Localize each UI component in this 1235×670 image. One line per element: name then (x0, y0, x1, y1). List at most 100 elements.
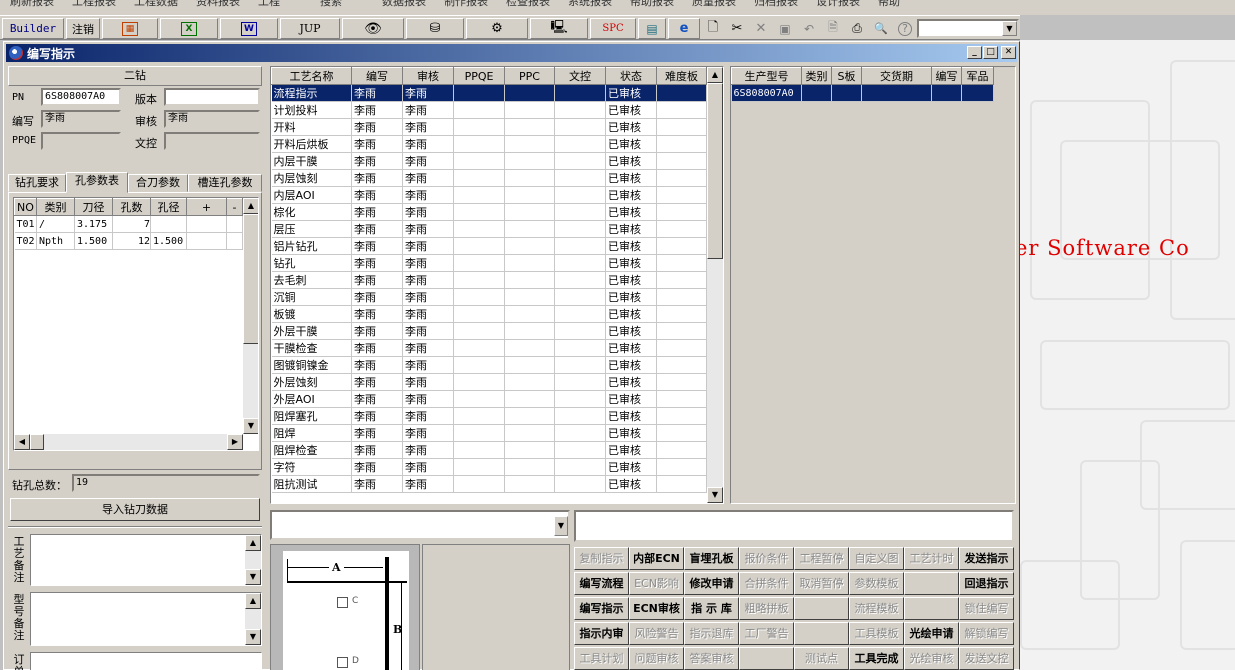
table-row[interactable]: 板镀 李雨 李雨 已审核 (271, 305, 707, 323)
action-button[interactable]: 工厂警告 (739, 622, 794, 645)
save-button[interactable]: ▣ (774, 18, 796, 39)
table-row[interactable]: 流程指示 李雨 李雨 已审核 (271, 84, 707, 102)
close-button[interactable]: ✕ (750, 18, 772, 39)
jup-button[interactable]: JUP (280, 18, 340, 39)
order-notes-field[interactable] (30, 652, 262, 670)
table-row[interactable]: 计划投料 李雨 李雨 已审核 (271, 101, 707, 119)
menu-item[interactable]: 刷新报表 (10, 0, 54, 9)
scroll-left-icon[interactable]: ◀ (14, 434, 30, 450)
action-button[interactable] (794, 597, 849, 620)
process-column-header[interactable]: 难度板 (656, 67, 707, 85)
drill-column-header[interactable]: 孔径 (150, 198, 187, 216)
action-button[interactable]: 参数模板 (849, 572, 904, 595)
toolbar-combo[interactable]: ▼ (917, 19, 1019, 38)
product-column-header[interactable]: 编写 (931, 67, 962, 85)
table-row[interactable]: 阻焊塞孔 李雨 李雨 已审核 (271, 407, 707, 425)
action-button[interactable]: 风险警告 (629, 622, 684, 645)
find-button[interactable]: 🔍 (870, 18, 892, 39)
cut-button[interactable]: ✂ (726, 18, 748, 39)
table-row[interactable]: 阻抗测试 李雨 李雨 已审核 (271, 475, 707, 493)
action-button[interactable]: 内部ECN (629, 547, 684, 570)
action-button[interactable]: 工具完成 (849, 647, 904, 670)
import-drill-data-button[interactable]: 导入钻刀数据 (10, 498, 260, 521)
undo-button[interactable]: ↶ (798, 18, 820, 39)
close-window-button[interactable]: ✕ (1001, 46, 1016, 59)
preview-button[interactable]: 🗎 (822, 18, 844, 39)
action-button[interactable]: 指 示 库 (684, 597, 739, 620)
notes-vscroll[interactable]: ▲ ▼ (245, 535, 261, 585)
action-button[interactable]: 发送文控 (959, 647, 1014, 670)
action-button[interactable]: 指示退库 (684, 622, 739, 645)
action-button[interactable]: 解锁编写 (959, 622, 1014, 645)
scroll-up-icon[interactable]: ▲ (243, 198, 258, 214)
table-row[interactable]: 内层AOI 李雨 李雨 已审核 (271, 186, 707, 204)
tab-slot-parameters[interactable]: 槽连孔参数 (188, 174, 262, 192)
drill-column-header[interactable]: 孔数 (112, 198, 151, 216)
action-button[interactable]: 工具模板 (849, 622, 904, 645)
process-column-header[interactable]: PPQE (453, 67, 505, 85)
minimize-button[interactable]: _ (967, 46, 982, 59)
drill-vscroll[interactable]: ▲ ▼ (243, 198, 258, 434)
table-row[interactable]: 外层干膜 李雨 李雨 已审核 (271, 322, 707, 340)
table-row[interactable]: 内层干膜 李雨 李雨 已审核 (271, 152, 707, 170)
drill-column-header[interactable]: - (226, 198, 243, 216)
table-row[interactable]: 内层蚀刻 李雨 李雨 已审核 (271, 169, 707, 187)
menu-item[interactable]: 质量报表 (692, 0, 736, 9)
checkbox-c[interactable] (337, 597, 348, 608)
menu-item[interactable]: 资料报表 (196, 0, 240, 9)
process-column-header[interactable]: 文控 (554, 67, 606, 85)
drill-column-header[interactable]: + (186, 198, 227, 216)
checkbox-d[interactable] (337, 657, 348, 668)
doc-control-field[interactable] (164, 132, 260, 150)
database-button[interactable]: ⛁ (406, 18, 464, 39)
bottom-text-field[interactable] (574, 510, 1014, 542)
process-notes-field[interactable]: ▲ ▼ (30, 534, 262, 586)
table-row[interactable]: 去毛刺 李雨 李雨 已审核 (271, 271, 707, 289)
scroll-up-icon[interactable]: ▲ (245, 535, 261, 551)
word-button[interactable]: W (220, 18, 278, 39)
table-row[interactable]: 开料后烘板 李雨 李雨 已审核 (271, 135, 707, 153)
action-button[interactable]: 修改申请 (684, 572, 739, 595)
action-button[interactable] (904, 597, 959, 620)
action-button[interactable]: 合拼条件 (739, 572, 794, 595)
action-button[interactable]: 光绘审核 (904, 647, 959, 670)
scroll-right-icon[interactable]: ▶ (227, 434, 243, 450)
view-button[interactable]: 👁 (342, 18, 404, 39)
tab-tool-parameters[interactable]: 合刀参数 (128, 174, 188, 192)
table-row[interactable]: 沉铜 李雨 李雨 已审核 (271, 288, 707, 306)
calculator-button[interactable]: ▤ (638, 18, 666, 39)
table-row[interactable]: 钻孔 李雨 李雨 已审核 (271, 254, 707, 272)
bottom-dropdown[interactable]: ▼ (270, 510, 570, 540)
table-row[interactable]: 阻焊 李雨 李雨 已审核 (271, 424, 707, 442)
notes-vscroll[interactable]: ▲ ▼ (245, 593, 261, 645)
product-column-header[interactable]: 生产型号 (731, 67, 802, 85)
product-column-header[interactable]: 军品 (961, 67, 994, 85)
process-column-header[interactable]: PPC (504, 67, 555, 85)
menu-item[interactable]: 检查报表 (506, 0, 550, 9)
scroll-down-icon[interactable]: ▼ (245, 629, 261, 645)
table-row[interactable]: 外层AOI 李雨 李雨 已审核 (271, 390, 707, 408)
table-row[interactable]: 阻焊检查 李雨 李雨 已审核 (271, 441, 707, 459)
table-row[interactable]: T01/3.175 7 (14, 215, 243, 233)
action-button[interactable]: 工具计划 (574, 647, 629, 670)
process-column-header[interactable]: 状态 (605, 67, 657, 85)
menu-item[interactable]: 制作报表 (444, 0, 488, 9)
action-button[interactable]: 粗略拼板 (739, 597, 794, 620)
table-row[interactable]: 层压 李雨 李雨 已审核 (271, 220, 707, 238)
model-notes-field[interactable]: ▲ ▼ (30, 592, 262, 646)
action-button[interactable]: 指示内审 (574, 622, 629, 645)
scroll-thumb[interactable] (707, 83, 723, 259)
action-button[interactable] (904, 572, 959, 595)
drill-column-header[interactable]: NO (14, 198, 37, 216)
scroll-up-icon[interactable]: ▲ (245, 593, 261, 609)
action-button[interactable]: 回退指示 (959, 572, 1014, 595)
print-button[interactable]: ⎙ (846, 18, 868, 39)
action-button[interactable]: 发送指示 (959, 547, 1014, 570)
drill-hscroll[interactable]: ◀ ▶ (14, 434, 243, 450)
menu-item[interactable]: 工程 (258, 0, 280, 9)
action-button[interactable]: ECN影响 (629, 572, 684, 595)
scroll-up-icon[interactable]: ▲ (707, 67, 723, 83)
drill-column-header[interactable]: 类别 (36, 198, 75, 216)
tab-drill-requirements[interactable]: 钻孔要求 (8, 174, 66, 192)
table-row[interactable]: 外层蚀刻 李雨 李雨 已审核 (271, 373, 707, 391)
